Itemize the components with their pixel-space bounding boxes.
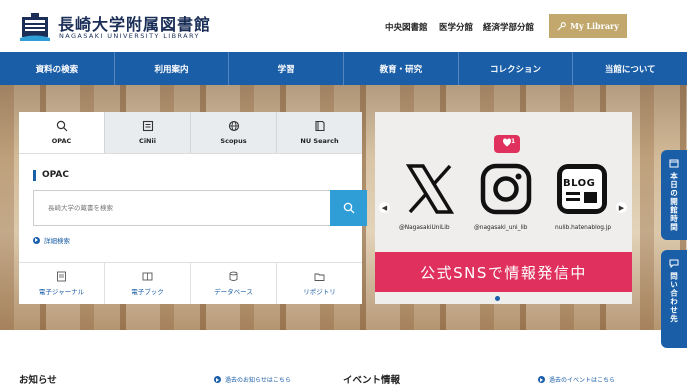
nav-item-guide[interactable]: 利用案内 <box>115 52 230 85</box>
nav-item-learning[interactable]: 学習 <box>229 52 345 85</box>
chevron-left-icon: ◀ <box>381 203 388 212</box>
tab-label: Scopus <box>220 137 247 145</box>
advanced-search-label: 詳細検索 <box>44 237 70 245</box>
tab-nu-search[interactable]: NU Search <box>277 112 362 153</box>
main-nav: 資料の検索 利用案内 学習 教育・研究 コレクション 当館について <box>0 52 687 85</box>
search-input[interactable] <box>34 191 331 225</box>
notification-badge: 1 <box>494 135 520 153</box>
resource-ejournal[interactable]: 電子ジャーナル <box>19 263 105 304</box>
database-icon <box>229 271 238 281</box>
ebook-icon <box>142 272 153 281</box>
arrow-circle-icon <box>33 236 40 244</box>
events-title: イベント情報 <box>343 375 401 385</box>
arrow-circle-icon <box>538 376 545 383</box>
resource-label: リポジトリ <box>303 288 336 296</box>
tab-opac[interactable]: OPAC <box>19 112 105 153</box>
opening-hours-label: 本日の開館時間 <box>669 172 679 232</box>
globe-icon <box>228 120 239 132</box>
heart-icon <box>503 138 511 147</box>
advanced-search-link[interactable]: 詳細検索 <box>33 235 70 245</box>
chevron-right-icon: ▶ <box>618 203 625 212</box>
resource-database[interactable]: データベース <box>191 263 277 304</box>
search-panel: OPAC CiNii Scopus NU Search OPAC 詳細検索 電子… <box>19 112 367 304</box>
tab-label: CiNii <box>139 137 156 145</box>
tab-label: NU Search <box>300 137 339 145</box>
resource-label: 電子ブック <box>131 288 164 296</box>
nav-item-collection[interactable]: コレクション <box>459 52 574 85</box>
search-tabs: OPAC CiNii Scopus NU Search <box>19 112 362 154</box>
search-heading: OPAC <box>33 170 69 181</box>
resource-label: 電子ジャーナル <box>38 288 85 296</box>
contact-label: 問い合わせ先 <box>669 272 679 323</box>
x-handle: @NagasakiUniLib <box>399 225 450 231</box>
opening-hours-tab[interactable]: 本日の開館時間 <box>661 150 687 240</box>
x-logo-icon <box>405 164 455 214</box>
resource-label: データベース <box>214 288 253 296</box>
carousel-prev-button[interactable]: ◀ <box>379 202 390 213</box>
library-logo-icon[interactable] <box>20 11 50 41</box>
notification-count: 1 <box>511 138 516 145</box>
sns-strip[interactable]: 公式SNSで情報発信中 <box>375 252 632 292</box>
past-events-label: 過去のイベントはこちら <box>549 377 616 384</box>
document-icon <box>142 120 153 132</box>
nav-item-search[interactable]: 資料の検索 <box>0 52 115 85</box>
search-box <box>33 190 367 226</box>
search-button[interactable] <box>330 190 367 226</box>
nav-item-about[interactable]: 当館について <box>573 52 687 85</box>
my-library-button[interactable]: My Library <box>549 14 627 38</box>
key-icon <box>557 21 566 30</box>
my-library-label: My Library <box>570 21 619 31</box>
site-subtitle: NAGASAKI UNIVERSITY LIBRARY <box>59 32 200 40</box>
tab-scopus[interactable]: Scopus <box>191 112 277 153</box>
carousel-next-button[interactable]: ▶ <box>616 202 627 213</box>
tab-label: OPAC <box>51 137 72 145</box>
chat-icon <box>669 259 679 268</box>
tab-cinii[interactable]: CiNii <box>105 112 191 153</box>
search-icon <box>343 202 354 214</box>
blog-text: BLOG <box>563 178 596 189</box>
folder-icon <box>314 273 325 281</box>
branch-link-medical[interactable]: 医学分館 <box>439 21 473 33</box>
journal-icon <box>57 271 66 282</box>
branch-link-central[interactable]: 中央図書館 <box>385 21 428 33</box>
resource-links: 電子ジャーナル 電子ブック データベース リポジトリ <box>19 262 362 304</box>
book-icon <box>314 120 325 132</box>
past-events-link[interactable]: 過去のイベントはこちら <box>538 375 615 384</box>
contact-tab[interactable]: 問い合わせ先 <box>661 250 687 348</box>
past-news-link[interactable]: 過去のお知らせはこちら <box>214 375 291 384</box>
nav-item-education-research[interactable]: 教育・研究 <box>344 52 459 85</box>
arrow-circle-icon <box>214 376 221 383</box>
past-news-label: 過去のお知らせはこちら <box>225 377 291 384</box>
carousel-pager-dot[interactable] <box>495 296 500 301</box>
instagram-logo-icon <box>480 163 532 215</box>
search-icon <box>56 120 67 132</box>
blog-logo-icon <box>557 164 607 214</box>
branch-link-economics[interactable]: 経済学部分館 <box>483 21 534 33</box>
news-title: お知らせ <box>19 375 57 385</box>
resource-repository[interactable]: リポジトリ <box>277 263 362 304</box>
site-header: 長崎大学附属図書館 NAGASAKI UNIVERSITY LIBRARY 中央… <box>0 0 687 52</box>
resource-ebook[interactable]: 電子ブック <box>105 263 191 304</box>
instagram-handle: @nagasaki_uni_lib <box>474 225 528 231</box>
blog-handle: nulib.hatenablog.jp <box>555 225 612 231</box>
calendar-icon <box>669 159 679 168</box>
